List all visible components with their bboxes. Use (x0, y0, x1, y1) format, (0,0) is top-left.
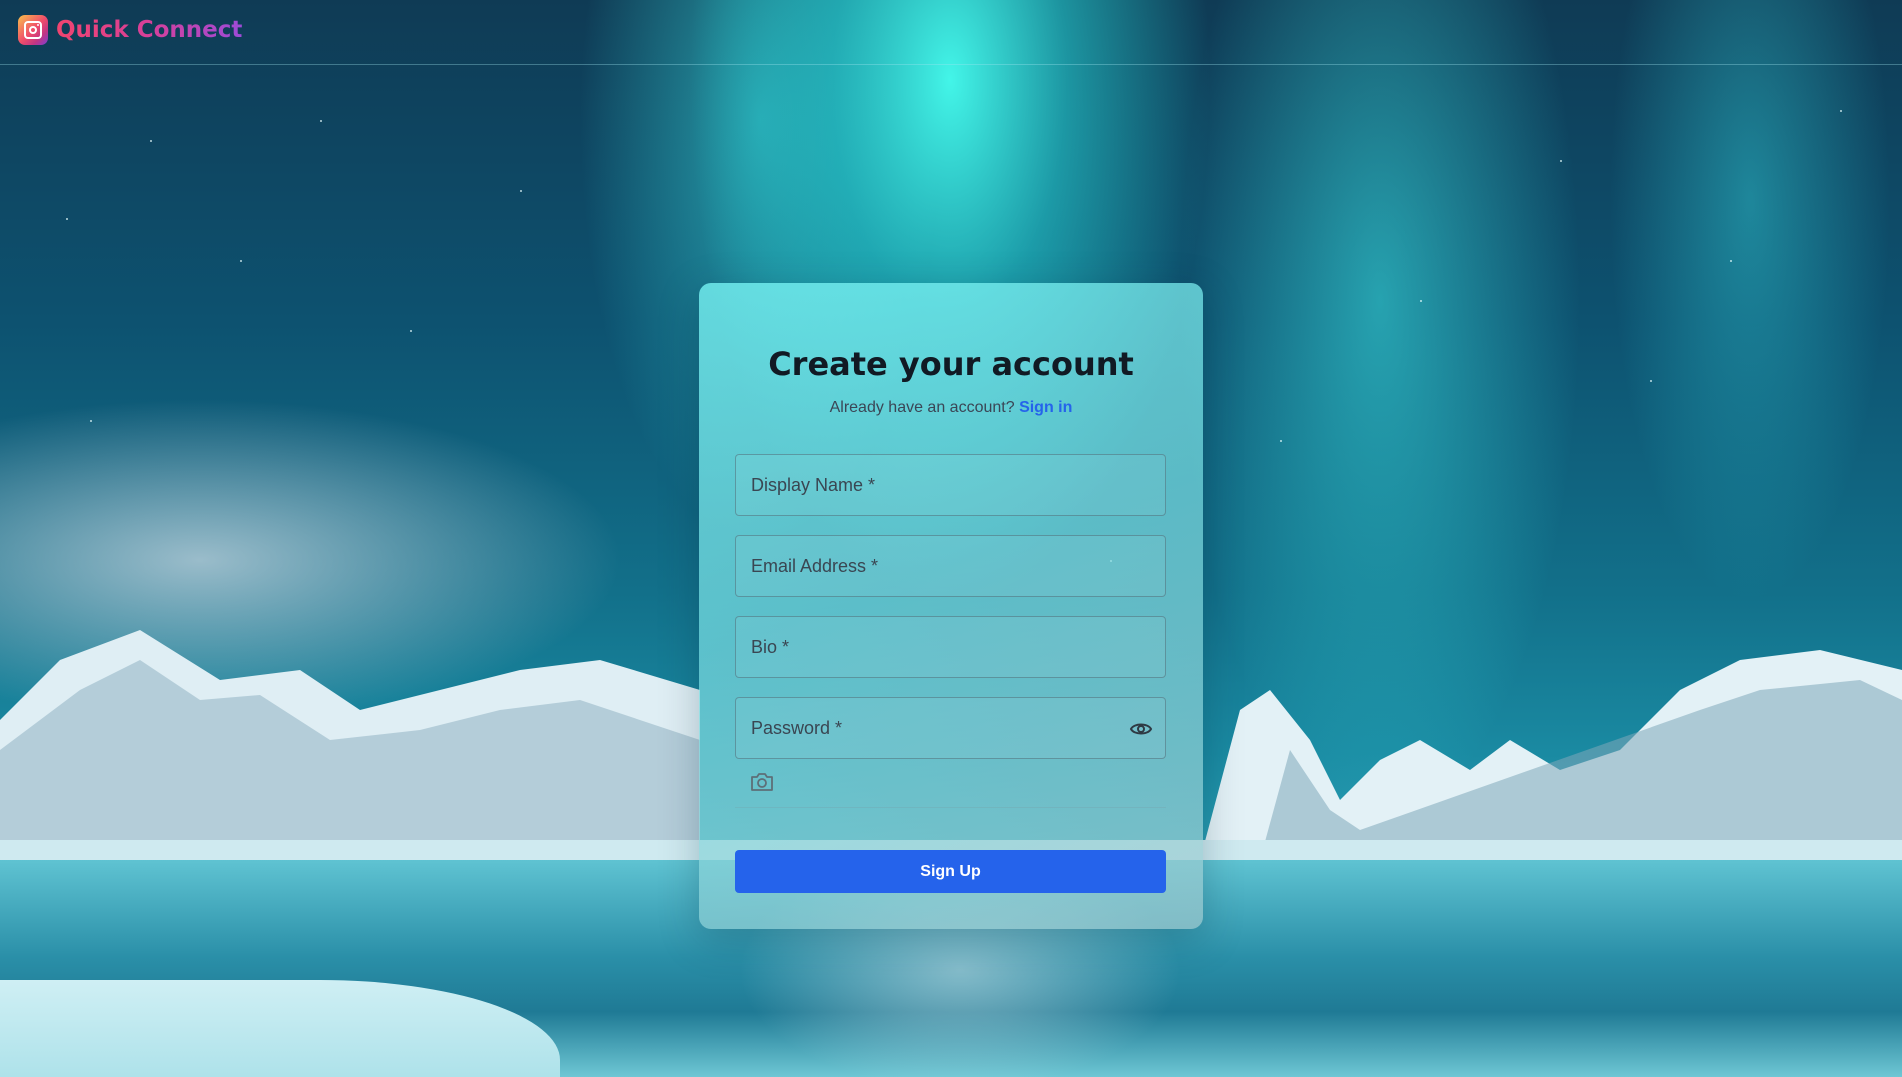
signin-prompt: Already have an account? Sign in (699, 399, 1203, 417)
star (240, 260, 242, 262)
star (1280, 440, 1282, 442)
sign-up-button[interactable]: Sign Up (735, 850, 1166, 893)
star (1560, 160, 1562, 162)
page-title: Create your account (768, 345, 1134, 383)
display-name-field[interactable] (735, 454, 1166, 516)
email-field[interactable] (735, 535, 1166, 597)
instagram-icon-frame (24, 21, 42, 39)
display-name-input[interactable] (736, 455, 1165, 515)
brand-logo[interactable]: Quick Connect (18, 15, 242, 45)
eye-icon[interactable] (1129, 718, 1153, 740)
star (1730, 260, 1732, 262)
email-input[interactable] (736, 536, 1165, 596)
password-field[interactable] (735, 697, 1166, 759)
signup-card: Create your account Already have an acco… (699, 283, 1203, 929)
star (150, 140, 152, 142)
star (1840, 110, 1842, 112)
star (1650, 380, 1652, 382)
signin-prompt-text: Already have an account? (829, 399, 1015, 416)
star (520, 190, 522, 192)
instagram-icon (18, 15, 48, 45)
top-navbar: Quick Connect (0, 0, 1902, 65)
password-input[interactable] (736, 698, 1165, 758)
profile-photo-upload[interactable] (735, 759, 1166, 808)
bio-field[interactable] (735, 616, 1166, 678)
instagram-icon-dot (37, 24, 39, 26)
sign-in-link[interactable]: Sign in (1019, 399, 1072, 416)
star (410, 330, 412, 332)
bio-input[interactable] (736, 617, 1165, 677)
instagram-icon-lens (29, 26, 37, 34)
star (90, 420, 92, 422)
star (320, 120, 322, 122)
app-name: Quick Connect (56, 17, 243, 43)
camera-icon[interactable] (749, 771, 775, 793)
star (1420, 300, 1422, 302)
star (66, 218, 68, 220)
